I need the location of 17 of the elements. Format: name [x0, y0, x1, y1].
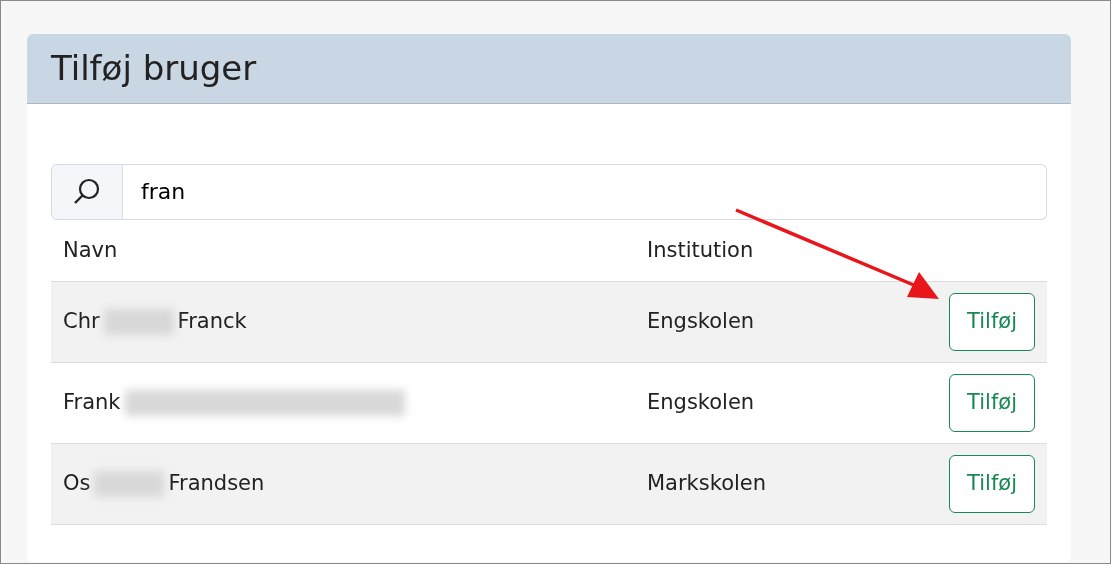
name-text: Frank: [63, 389, 121, 417]
column-header: Institution: [647, 237, 754, 262]
name-text: Franck: [177, 308, 247, 336]
institution-text: Markskolen: [647, 471, 767, 496]
institution-text: Engskolen: [647, 309, 755, 334]
add-button[interactable]: Tilføj: [949, 374, 1035, 432]
search-field[interactable]: fran: [123, 163, 1047, 220]
card-title: Tilføj bruger: [51, 48, 258, 89]
institution-text: Engskolen: [647, 390, 755, 415]
add-button[interactable]: Tilføj: [949, 455, 1035, 513]
blurred-text: [103, 308, 174, 335]
column-header: Navn: [63, 236, 118, 264]
name-text: Chr: [63, 308, 100, 336]
add-button[interactable]: Tilføj: [949, 293, 1035, 351]
name-text: Os: [63, 470, 91, 498]
search-icon[interactable]: [51, 163, 123, 220]
name-text: Frandsen: [168, 470, 265, 498]
